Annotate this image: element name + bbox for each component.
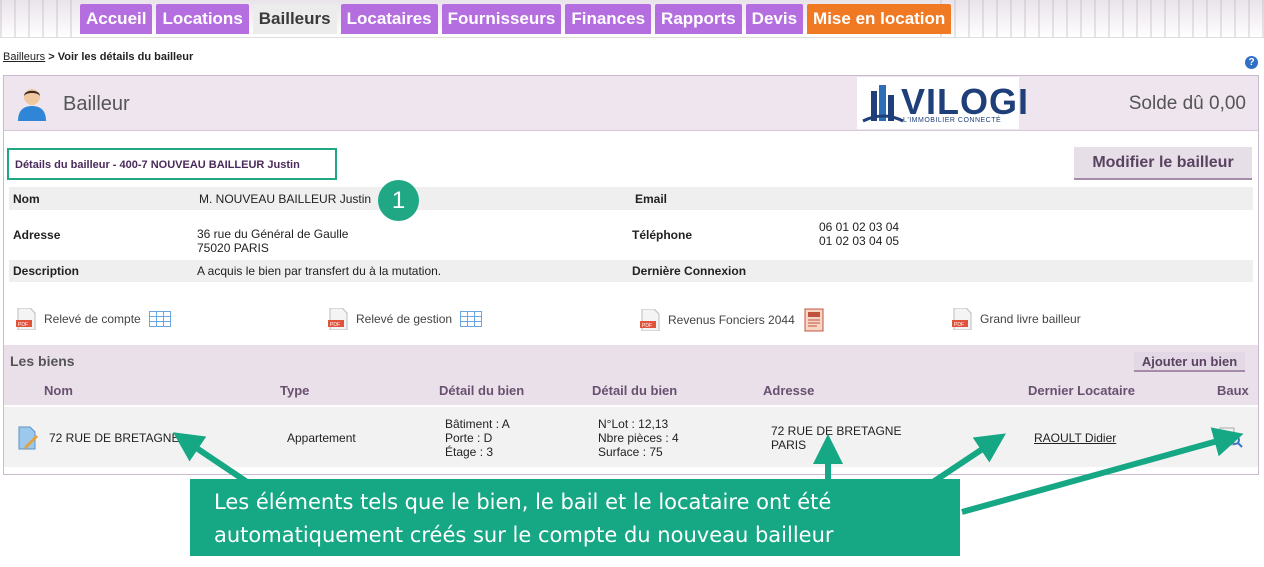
breadcrumb-current: > Voir les détails du bailleur xyxy=(45,51,194,63)
header-decoration xyxy=(0,0,80,37)
column-header-nom[interactable]: Nom xyxy=(44,383,73,398)
connexion-label: Dernière Connexion xyxy=(632,264,747,278)
view-baux-icon[interactable] xyxy=(1219,426,1243,448)
adresse-line1: 36 rue du Général de Gaulle xyxy=(197,227,349,241)
balance-due: Solde dû 0,00 xyxy=(1128,93,1246,114)
column-header-type[interactable]: Type xyxy=(280,383,309,398)
grid-icon[interactable] xyxy=(148,311,171,327)
tab-rapports[interactable]: Rapports xyxy=(655,4,742,34)
doc-label: Grand livre bailleur xyxy=(980,312,1081,326)
adresse-label: Adresse xyxy=(13,228,61,242)
tab-mise-en-location[interactable]: Mise en location xyxy=(807,4,952,34)
tab-locations[interactable]: Locations xyxy=(156,4,249,34)
help-icon[interactable]: ? xyxy=(1245,56,1258,69)
main-nav: Accueil Locations Bailleurs Locataires F… xyxy=(80,4,952,34)
svg-text:PDF: PDF xyxy=(642,323,652,329)
callout-line-2: automatiquement créés sur le compte du n… xyxy=(214,523,834,547)
page-title: Bailleur xyxy=(63,93,130,115)
tab-devis[interactable]: Devis xyxy=(745,4,804,34)
doc-label: Relevé de gestion xyxy=(356,312,453,326)
add-bien-button[interactable]: Ajouter un bien xyxy=(1134,352,1245,372)
svg-text:PDF: PDF xyxy=(954,322,964,328)
tab-bailleurs[interactable]: Bailleurs xyxy=(252,4,337,34)
biens-section-header: Les biens Ajouter un bien Nom Type Détai… xyxy=(4,345,1258,405)
description-value: A acquis le bien par transfert du à la m… xyxy=(197,264,442,278)
tax-icon[interactable] xyxy=(803,308,825,332)
description-label: Description xyxy=(13,264,80,278)
bien-adresse-line2: PARIS xyxy=(771,438,807,452)
details-title: Détails du bailleur - 400-7 NOUVEAU BAIL… xyxy=(15,159,300,171)
tab-locataires[interactable]: Locataires xyxy=(340,4,438,34)
details-highlight-box: Détails du bailleur - 400-7 NOUVEAU BAIL… xyxy=(7,148,337,180)
tab-fournisseurs[interactable]: Fournisseurs xyxy=(441,4,562,34)
bien-porte: Porte : D xyxy=(445,431,493,445)
column-header-detail[interactable]: Détail du bien xyxy=(439,383,524,398)
tab-accueil[interactable]: Accueil xyxy=(80,4,153,34)
svg-text:PDF: PDF xyxy=(18,322,28,328)
annotation-callout: Les éléments tels que le bien, le bail e… xyxy=(190,479,960,556)
panel-header: Bailleur VILOGI L'IMMOBILIER CONNECTÉ So… xyxy=(4,76,1258,131)
column-header-baux[interactable]: Baux xyxy=(1217,383,1249,398)
bien-lot: N°Lot : 12,13 xyxy=(598,417,669,431)
nom-value: M. NOUVEAU BAILLEUR Justin xyxy=(199,192,372,206)
telephone-line2: 01 02 03 04 05 xyxy=(819,234,900,248)
bien-pieces: Nbre pièces : 4 xyxy=(598,431,679,445)
step-badge: 1 xyxy=(378,180,419,221)
column-header-locataire[interactable]: Dernier Locataire xyxy=(1028,383,1135,398)
top-navigation-bar: Accueil Locations Bailleurs Locataires F… xyxy=(0,0,1264,38)
breadcrumb-link-bailleurs[interactable]: Bailleurs xyxy=(3,51,45,63)
info-row-description: Description A acquis le bien par transfe… xyxy=(9,260,1253,282)
bailleur-panel: Bailleur VILOGI L'IMMOBILIER CONNECTÉ So… xyxy=(3,75,1259,475)
nom-label: Nom xyxy=(13,192,40,206)
table-row: 72 RUE DE BRETAGNE Appartement Bâtiment … xyxy=(4,407,1258,467)
bien-nom[interactable]: 72 RUE DE BRETAGNE xyxy=(49,431,179,445)
bien-etage: Étage : 3 xyxy=(445,445,494,459)
logo-tagline: L'IMMOBILIER CONNECTÉ xyxy=(903,117,1002,124)
email-label: Email xyxy=(635,192,668,206)
vilogi-logo: VILOGI L'IMMOBILIER CONNECTÉ xyxy=(857,77,1028,129)
grid-icon[interactable] xyxy=(460,311,483,327)
column-header-detail-2[interactable]: Détail du bien xyxy=(592,383,677,398)
svg-text:PDF: PDF xyxy=(330,322,340,328)
doc-releve-compte[interactable]: PDF Relevé de compte xyxy=(16,308,171,330)
pdf-icon: PDF xyxy=(952,308,972,330)
modify-bailleur-button[interactable]: Modifier le bailleur xyxy=(1074,147,1252,180)
info-row-adresse: Adresse 36 rue du Général de Gaulle 7502… xyxy=(9,216,1253,256)
bien-batiment: Bâtiment : A xyxy=(445,417,510,431)
breadcrumb: Bailleurs > Voir les détails du bailleur xyxy=(3,51,193,63)
building-logo-icon xyxy=(862,85,904,123)
locataire-link[interactable]: RAOULT Didier xyxy=(1034,431,1116,445)
user-avatar-icon xyxy=(18,89,46,121)
header-decoration xyxy=(940,0,1264,37)
doc-label: Revenus Fonciers 2044 xyxy=(668,313,795,327)
telephone-label: Téléphone xyxy=(632,228,693,242)
bien-surface: Surface : 75 xyxy=(598,445,663,459)
doc-label: Relevé de compte xyxy=(44,312,141,326)
column-header-adresse[interactable]: Adresse xyxy=(763,383,814,398)
info-row-nom: Nom M. NOUVEAU BAILLEUR Justin Email xyxy=(9,187,1253,210)
biens-title: Les biens xyxy=(10,353,75,369)
edit-document-icon[interactable] xyxy=(17,426,39,450)
tab-finances[interactable]: Finances xyxy=(565,4,652,34)
doc-grand-livre[interactable]: PDF Grand livre bailleur xyxy=(952,308,1081,330)
doc-releve-gestion[interactable]: PDF Relevé de gestion xyxy=(328,308,483,330)
pdf-icon: PDF xyxy=(328,308,348,330)
callout-line-1: Les éléments tels que le bien, le bail e… xyxy=(214,490,832,514)
doc-revenus-fonciers[interactable]: PDF Revenus Fonciers 2044 xyxy=(640,308,825,332)
adresse-line2: 75020 PARIS xyxy=(197,241,269,255)
bien-adresse-line1: 72 RUE DE BRETAGNE xyxy=(771,424,902,438)
pdf-icon: PDF xyxy=(640,309,660,331)
telephone-line1: 06 01 02 03 04 xyxy=(819,220,900,234)
bien-type: Appartement xyxy=(287,431,356,445)
pdf-icon: PDF xyxy=(16,308,36,330)
